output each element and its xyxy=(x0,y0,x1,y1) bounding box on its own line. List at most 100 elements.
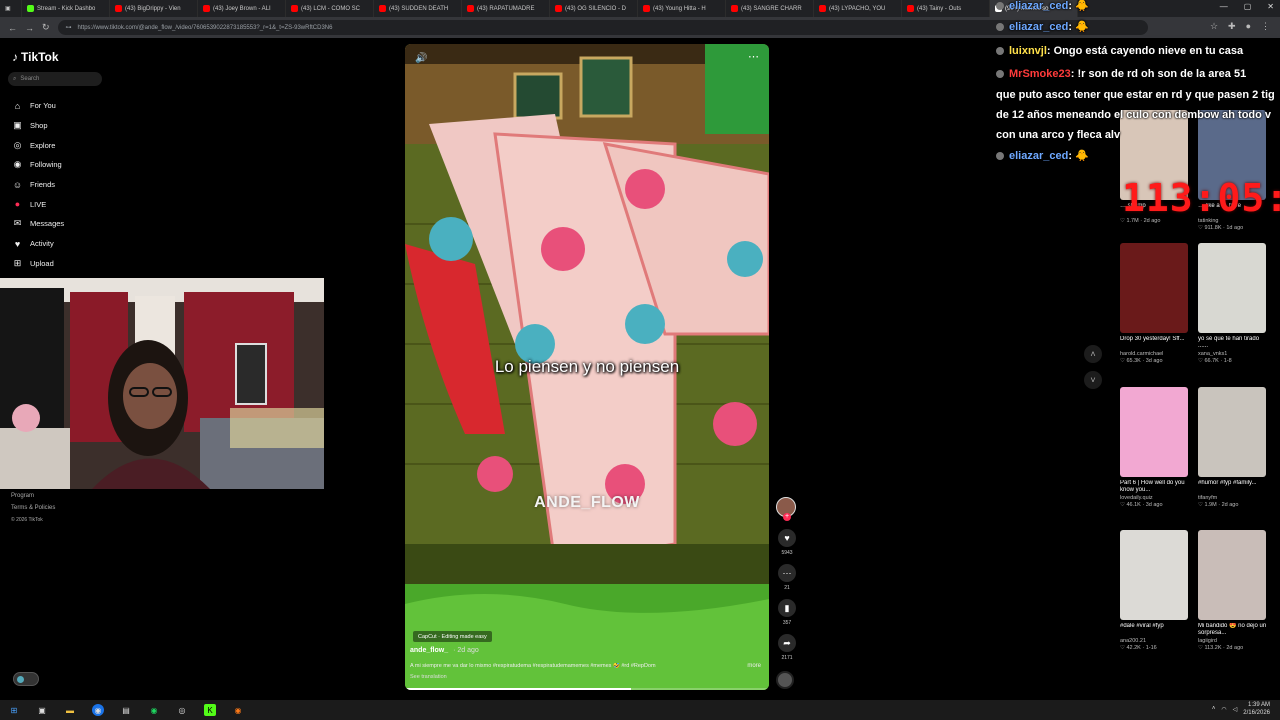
recommendation-title[interactable]: Mi bandido 😍 no dejo un sorpresa... xyxy=(1198,623,1268,637)
start-icon[interactable]: ⊞ xyxy=(8,704,20,716)
browser-tab[interactable]: (43) Joey Brown - ALI xyxy=(198,0,286,17)
chrome-icon[interactable]: ◉ xyxy=(92,704,104,716)
heart-icon[interactable]: ♥ xyxy=(778,529,796,547)
recommendation-title[interactable]: Part 6 | How well do you know you... xyxy=(1120,480,1190,494)
obs-icon[interactable]: ◎ xyxy=(176,704,188,716)
volume-tray-icon[interactable]: ◁ xyxy=(1233,706,1238,713)
recommendation-author[interactable]: ana200.21 xyxy=(1120,638,1190,644)
share-action[interactable]: ➦ 2171 xyxy=(776,634,798,669)
capcut-badge[interactable]: CapCut · Editing made easy xyxy=(413,631,492,642)
chevron-down-icon[interactable]: ˅ xyxy=(1084,371,1102,389)
creator-avatar[interactable]: + xyxy=(776,497,796,521)
sidebar-item-following[interactable]: ◉ Following xyxy=(12,155,64,175)
browser-tab[interactable]: Stream - Kick Dashbo xyxy=(22,0,110,17)
recommendation-author[interactable]: xana_vnks1 xyxy=(1198,351,1268,357)
recommendation-thumbnail[interactable] xyxy=(1198,530,1266,620)
recommendation-card[interactable]: #dale #viral #fyp ana200.21 ♡ 42.2K · 1-16 xyxy=(1120,530,1190,651)
recommendation-title[interactable]: #humor #fyp #family... xyxy=(1198,480,1268,494)
comment-action[interactable]: ⋯ 21 xyxy=(776,564,798,599)
more-options-icon[interactable]: ⋯ xyxy=(748,50,759,63)
explore-icon: ◎ xyxy=(13,139,22,150)
browser-tab[interactable]: (43) SANGRE CHARR xyxy=(726,0,814,17)
theme-toggle[interactable] xyxy=(13,672,39,686)
recommendation-card[interactable]: Part 6 | How well do you know you... love… xyxy=(1120,387,1190,508)
reload-icon[interactable]: ↻ xyxy=(42,22,50,33)
recommendation-card[interactable]: yo sé que te han tirado ...... xana_vnks1… xyxy=(1198,243,1268,364)
recommendation-author[interactable]: harold.carmichael xyxy=(1120,351,1190,357)
save-action[interactable]: ▮ 357 xyxy=(776,599,798,634)
recommendation-title[interactable]: yo sé que te han tirado ...... xyxy=(1198,336,1268,350)
tab-favicon-icon xyxy=(27,5,34,12)
video-author[interactable]: ande_flow_ · 2d ago xyxy=(410,647,479,654)
sidebar-item-shop[interactable]: ▣ Shop xyxy=(12,116,64,136)
bookmark-icon[interactable]: ▮ xyxy=(778,599,796,617)
browser-tab[interactable]: (43) LYPACHO, YOU xyxy=(814,0,902,17)
recommendation-thumbnail[interactable] xyxy=(1198,387,1266,477)
browser-tab[interactable]: (43) LCM - COMO SC xyxy=(286,0,374,17)
author-name[interactable]: ande_flow_ xyxy=(410,647,448,654)
tray-up-icon[interactable]: ˄ xyxy=(1212,706,1216,712)
video-player[interactable]: 🔊 ⋯ Lo piensen y no piensen ANDE_FLOW Ca… xyxy=(405,44,769,690)
follow-plus-icon[interactable]: + xyxy=(783,513,791,521)
recommendation-thumbnail[interactable] xyxy=(1120,243,1188,333)
sidebar-item-activity[interactable]: ♥ Activity xyxy=(12,234,64,254)
clock[interactable]: 1:39 AM 2/16/2026 xyxy=(1243,701,1270,717)
terminal-icon[interactable]: ▣ xyxy=(36,704,48,716)
wifi-icon[interactable]: ◠ xyxy=(1221,706,1226,713)
search-input[interactable]: ⌕ Search xyxy=(8,72,102,86)
recommendation-thumbnail[interactable] xyxy=(1198,243,1266,333)
recommendation-author[interactable]: lagiigird xyxy=(1198,638,1268,644)
recommendation-card[interactable]: Mi bandido 😍 no dejo un sorpresa... lagii… xyxy=(1198,530,1268,651)
chat-message: que puto asco tener que estar en rd y qu… xyxy=(996,86,1275,106)
sidebar-item-label: Friends xyxy=(30,180,56,190)
forward-icon[interactable]: → xyxy=(25,23,34,33)
notepad-icon[interactable]: ▤ xyxy=(120,704,132,716)
sidebar-item-messages[interactable]: ✉ Messages xyxy=(12,214,64,234)
recommendation-card[interactable]: Drop 30 yesterday! Sff... harold.carmicha… xyxy=(1120,243,1190,364)
browser-tab[interactable]: (43) SUDDEN DEATH xyxy=(374,0,462,17)
browser-tab[interactable]: (43) OG SILENCIO - D xyxy=(550,0,638,17)
program-link[interactable]: Program xyxy=(11,490,55,502)
tiktok-logo[interactable]: ♪ TikTok xyxy=(12,50,59,64)
browser-tab[interactable]: (43) Tainy - Outs xyxy=(902,0,990,17)
volume-icon[interactable]: 🔊 xyxy=(415,53,427,64)
chat-username[interactable]: MrSmoke23 xyxy=(1009,68,1071,80)
sidebar-item-for-you[interactable]: ⌂ For You xyxy=(12,96,64,116)
sidebar-item-upload[interactable]: ⊞ Upload xyxy=(12,254,64,274)
browser-tab[interactable]: (43) BigDrippy - Vien xyxy=(110,0,198,17)
see-translation-link[interactable]: See translation xyxy=(410,674,447,680)
recommendation-title[interactable]: #dale #viral #fyp xyxy=(1120,623,1190,637)
browser-tab[interactable]: (43) Young Hitta - H xyxy=(638,0,726,17)
recommendation-card[interactable]: #humor #fyp #family... tifanyfm ♡ 1.9M · 2… xyxy=(1198,387,1268,508)
recommendation-thumbnail[interactable] xyxy=(1120,530,1188,620)
chat-username[interactable]: eliazar_ced xyxy=(1009,21,1068,33)
game-icon[interactable]: ◉ xyxy=(232,704,244,716)
browser-tab[interactable]: (43) RAPATUMADRE xyxy=(462,0,550,17)
recommendation-thumbnail[interactable] xyxy=(1120,387,1188,477)
recommendation-author[interactable]: tifanyfm xyxy=(1198,495,1268,501)
chat-username[interactable]: eliazar_ced xyxy=(1009,0,1068,12)
terms-link[interactable]: Terms & Policies xyxy=(11,502,55,514)
sidebar-item-explore[interactable]: ◎ Explore xyxy=(12,135,64,155)
video-progress-bar[interactable] xyxy=(405,688,769,690)
kick-icon[interactable]: K xyxy=(204,704,216,716)
spotify-icon[interactable]: ◉ xyxy=(148,704,160,716)
share-icon[interactable]: ➦ xyxy=(778,634,796,652)
chat-username[interactable]: eliazar_ced xyxy=(1009,150,1068,162)
music-disc-icon[interactable] xyxy=(776,671,794,689)
sidebar-item-live[interactable]: ● LIVE xyxy=(12,194,64,214)
like-action[interactable]: ♥ 5943 xyxy=(776,529,798,564)
comment-icon[interactable]: ⋯ xyxy=(778,564,796,582)
tab-menu-button[interactable]: ▣ xyxy=(0,0,22,17)
chevron-up-icon[interactable]: ˄ xyxy=(1084,345,1102,363)
stream-chat-overlay: eliazar_ced: 🐥 eliazar_ced: 🐥 luixnvjl: On… xyxy=(996,0,1280,170)
back-icon[interactable]: ← xyxy=(8,23,17,33)
more-description-button[interactable]: more xyxy=(747,663,761,669)
chat-username[interactable]: luixnvjl xyxy=(1009,45,1047,57)
sidebar-item-friends[interactable]: ☺ Friends xyxy=(12,175,64,195)
url-field[interactable]: ⊶ https://www.tiktok.com/@ande_flow_/vid… xyxy=(57,20,1148,35)
recommendation-author[interactable]: lovedaily.quiz xyxy=(1120,495,1190,501)
recommendation-title[interactable]: Drop 30 yesterday! Sff... xyxy=(1120,336,1190,350)
site-info-icon[interactable]: ⊶ xyxy=(66,24,72,31)
file-explorer-icon[interactable]: ▬ xyxy=(64,704,76,716)
